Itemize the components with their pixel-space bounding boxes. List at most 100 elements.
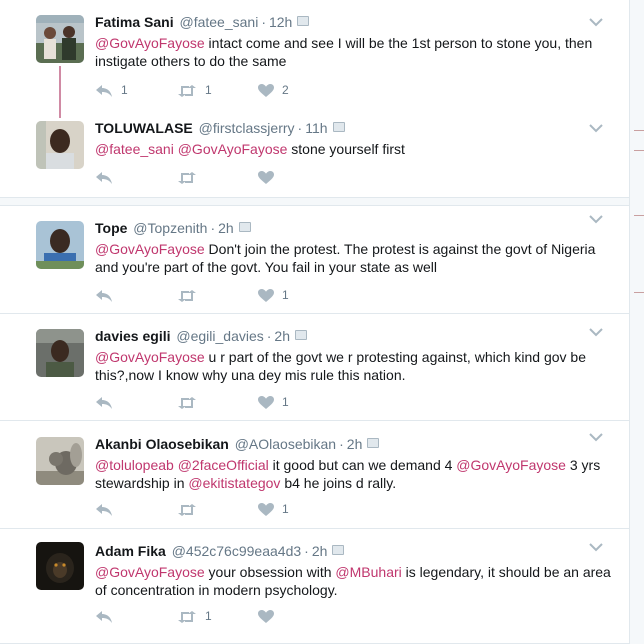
display-name[interactable]: davies egili (95, 328, 170, 344)
monkey-avatar[interactable] (36, 542, 84, 590)
tweet-actions: 1 (95, 606, 395, 626)
like-button[interactable]: 1 (258, 499, 289, 519)
tweet[interactable]: Tope @Topzenith · 2h @GovAyoFayose Don't j… (0, 215, 629, 288)
reply-icon (96, 610, 112, 623)
display-name[interactable]: Fatima Sani (95, 14, 174, 30)
reply-button[interactable] (95, 167, 121, 187)
chevron-down-icon[interactable] (588, 431, 604, 443)
chevron-down-icon[interactable] (588, 213, 604, 225)
mention-link[interactable]: @GovAyoFayose (95, 349, 205, 365)
like-button[interactable]: 2 (258, 80, 289, 100)
like-button[interactable]: 1 (258, 392, 289, 412)
heart-icon (258, 395, 274, 409)
reply-button[interactable] (95, 606, 121, 626)
chevron-down-icon[interactable] (588, 16, 604, 28)
chevron-down-icon[interactable] (588, 326, 604, 338)
tweet-text-segment: b4 he joins d rally. (280, 475, 397, 491)
timestamp[interactable]: 2h (347, 436, 363, 452)
tweet-text: @fatee_sani @GovAyoFayose stone yourself… (95, 140, 615, 158)
separator-dot: · (297, 120, 303, 136)
device-icon (295, 330, 307, 340)
timestamp[interactable]: 12h (269, 14, 292, 30)
heart-icon (258, 170, 274, 184)
mention-link[interactable]: @tolulopeab (95, 457, 174, 473)
right-scroll-edge (630, 0, 644, 644)
tweet[interactable]: Akanbi Olaosebikan @AOlaosebikan · 2h @tol… (0, 431, 629, 504)
user-handle[interactable]: @egili_davies (176, 328, 263, 344)
separator-dot: · (210, 220, 216, 236)
reply-button[interactable] (95, 499, 121, 519)
user-handle[interactable]: @fatee_sani (179, 14, 258, 30)
chevron-down-icon[interactable] (588, 541, 604, 553)
man-car-avatar[interactable] (36, 329, 84, 377)
retweet-icon (178, 171, 196, 184)
heart-icon (258, 609, 274, 623)
stream-divider (0, 198, 629, 206)
chevron-down-icon[interactable] (588, 122, 604, 134)
edge-mark (634, 130, 644, 131)
group-photo-avatar[interactable] (36, 15, 84, 63)
like-count: 1 (282, 502, 289, 516)
reply-button[interactable] (95, 392, 121, 412)
reply-count: 1 (121, 83, 128, 97)
reply-icon (96, 84, 112, 97)
man-outdoor-avatar[interactable] (36, 221, 84, 269)
user-handle[interactable]: @firstclassjerry (199, 120, 295, 136)
retweet-button[interactable] (177, 499, 205, 519)
device-icon (332, 122, 345, 132)
user-handle[interactable]: @AOlaosebikan (235, 436, 336, 452)
display-name[interactable]: TOLUWALASE (95, 120, 193, 136)
retweet-button[interactable]: 1 (177, 606, 212, 626)
user-handle[interactable]: @Topzenith (133, 220, 207, 236)
display-name[interactable]: Akanbi Olaosebikan (95, 436, 229, 452)
like-button[interactable] (258, 167, 282, 187)
separator-dot: · (261, 14, 266, 30)
reply-button[interactable] (95, 285, 121, 305)
mention-link[interactable]: @2faceOfficial (178, 457, 269, 473)
edge-mark (634, 215, 644, 216)
retweet-button[interactable] (177, 285, 205, 305)
heart-icon (258, 288, 274, 302)
display-name[interactable]: Tope (95, 220, 127, 236)
reply-button[interactable]: 1 (95, 80, 128, 100)
retweet-count: 1 (205, 83, 212, 97)
like-button[interactable]: 1 (258, 285, 289, 305)
mention-link[interactable]: @GovAyoFayose (95, 35, 205, 51)
retweet-button[interactable] (177, 167, 205, 187)
squirrel-avatar[interactable] (36, 437, 84, 485)
separator-dot: · (304, 543, 309, 559)
user-handle[interactable]: @452c76c99eaa4d3 (172, 543, 301, 559)
like-count: 1 (282, 395, 289, 409)
mention-link[interactable]: @GovAyoFayose (95, 564, 205, 580)
retweet-icon (178, 610, 196, 623)
tweet-text: @GovAyoFayose u r part of the govt we r … (95, 348, 615, 384)
timestamp[interactable]: 2h (312, 543, 328, 559)
tweet[interactable]: davies egili @egili_davies · 2h @GovAyoFay… (0, 326, 629, 396)
like-count: 1 (282, 288, 289, 302)
tweet-timeline: Fatima Sani @fatee_sani · 12h @GovAyoFayos… (0, 0, 630, 644)
mention-link[interactable]: @GovAyoFayose (178, 141, 288, 157)
tweet-actions: 1 1 2 (95, 80, 395, 100)
mention-link[interactable]: @ekitistategov (188, 475, 280, 491)
timestamp[interactable]: 11h (305, 120, 327, 136)
mention-link[interactable]: @GovAyoFayose (95, 241, 205, 257)
mention-link[interactable]: @GovAyoFayose (456, 457, 566, 473)
display-name[interactable]: Adam Fika (95, 543, 166, 559)
retweet-icon (178, 289, 196, 302)
tweet[interactable]: Adam Fika @452c76c99eaa4d3 · 2h @GovAyoFay… (0, 541, 629, 611)
device-icon (297, 16, 310, 26)
tweet-actions: 1 (95, 392, 395, 412)
retweet-button[interactable] (177, 392, 205, 412)
tweet-actions: 1 (95, 499, 395, 519)
timestamp[interactable]: 2h (274, 328, 290, 344)
man-portrait-avatar[interactable] (36, 121, 84, 169)
retweet-button[interactable]: 1 (177, 80, 212, 100)
timestamp[interactable]: 2h (218, 220, 234, 236)
mention-link[interactable]: @fatee_sani (95, 141, 174, 157)
mention-link[interactable]: @MBuhari (335, 564, 401, 580)
reply-icon (96, 289, 112, 302)
tweet-actions: 1 (95, 285, 395, 305)
like-button[interactable] (258, 606, 282, 626)
tweet-text-segment: stone yourself first (287, 141, 405, 157)
device-icon (238, 222, 251, 232)
